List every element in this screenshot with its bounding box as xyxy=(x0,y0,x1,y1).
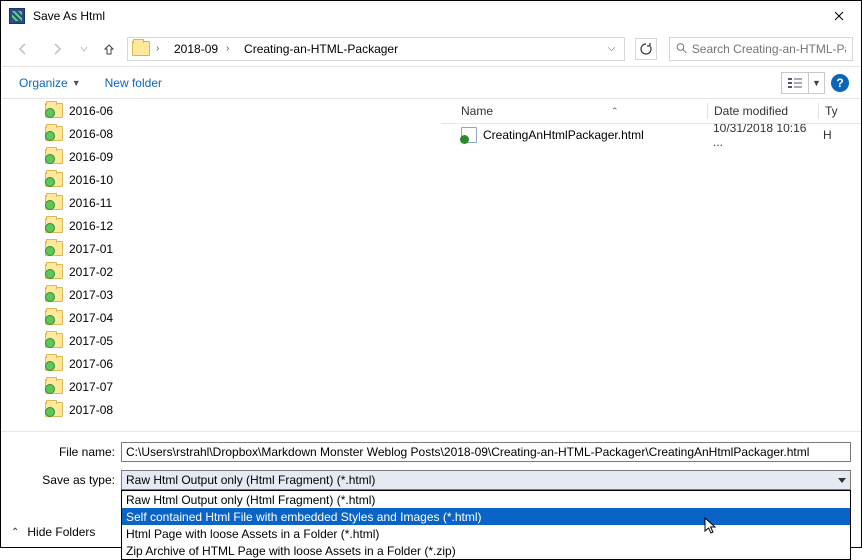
folder-icon xyxy=(45,103,63,118)
folder-icon xyxy=(45,172,63,187)
tree-folder-item[interactable]: 2016-11 xyxy=(1,191,431,214)
filetype-option[interactable]: Raw Html Output only (Html Fragment) (*.… xyxy=(122,491,850,508)
app-icon xyxy=(9,8,25,24)
tree-folder-item[interactable]: 2017-07 xyxy=(1,375,431,398)
help-button[interactable]: ? xyxy=(831,74,849,92)
organize-label: Organize xyxy=(19,76,68,90)
filetype-option[interactable]: Html Page with loose Assets in a Folder … xyxy=(122,525,850,542)
hide-folders-button[interactable]: ⌃ Hide Folders xyxy=(11,525,95,539)
tree-folder-item[interactable]: 2017-06 xyxy=(1,352,431,375)
filename-input[interactable] xyxy=(121,442,851,462)
folder-label: 2016-10 xyxy=(69,173,113,187)
file-date: 10/31/2018 10:16 ... xyxy=(707,124,817,149)
up-button[interactable] xyxy=(97,37,121,61)
chevron-down-icon: ▼ xyxy=(72,78,81,88)
refresh-button[interactable] xyxy=(635,38,657,60)
filetype-option[interactable]: Self contained Html File with embedded S… xyxy=(122,508,850,525)
folder-label: 2017-03 xyxy=(69,288,113,302)
folder-label: 2017-05 xyxy=(69,334,113,348)
file-row[interactable]: CreatingAnHtmlPackager.html 10/31/2018 10… xyxy=(441,124,861,146)
filename-label: File name: xyxy=(11,445,121,459)
folder-icon xyxy=(45,402,63,417)
view-icon xyxy=(782,73,808,93)
tree-folder-item[interactable]: 2016-09 xyxy=(1,145,431,168)
tree-folder-item[interactable]: 2017-05 xyxy=(1,329,431,352)
filetype-dropdown-list[interactable]: Raw Html Output only (Html Fragment) (*.… xyxy=(121,490,851,560)
hide-folders-label: Hide Folders xyxy=(27,525,95,539)
window-title: Save As Html xyxy=(33,9,819,23)
folder-icon xyxy=(45,333,63,348)
column-header-date[interactable]: Date modified xyxy=(708,104,818,118)
folder-label: 2017-06 xyxy=(69,357,113,371)
folder-icon xyxy=(132,41,150,56)
folder-icon xyxy=(45,241,63,256)
tree-folder-item[interactable]: 2017-01 xyxy=(1,237,431,260)
breadcrumb[interactable]: › 2018-09 › Creating-an-HTML-Packager ⌵ xyxy=(127,37,625,61)
folder-label: 2016-12 xyxy=(69,219,113,233)
tree-folder-item[interactable]: 2017-08 xyxy=(1,398,431,421)
tree-folder-item[interactable]: 2016-12 xyxy=(1,214,431,237)
close-button[interactable] xyxy=(819,2,859,30)
folder-label: 2016-08 xyxy=(69,127,113,141)
chevron-right-icon[interactable]: › xyxy=(156,43,166,54)
tree-folder-item[interactable]: 2016-10 xyxy=(1,168,431,191)
folder-icon xyxy=(45,379,63,394)
chevron-right-icon[interactable]: › xyxy=(226,43,236,54)
splitter[interactable] xyxy=(431,99,441,431)
folder-icon xyxy=(45,149,63,164)
folder-icon xyxy=(45,310,63,325)
new-folder-button[interactable]: New folder xyxy=(99,73,168,93)
folder-label: 2016-11 xyxy=(69,196,112,210)
filetype-option[interactable]: Zip Archive of HTML Page with loose Asse… xyxy=(122,542,850,559)
organize-button[interactable]: Organize ▼ xyxy=(13,73,87,93)
folder-icon xyxy=(45,287,63,302)
folder-icon xyxy=(45,218,63,233)
column-header-type[interactable]: Ty xyxy=(819,104,849,118)
folder-label: 2017-04 xyxy=(69,311,113,325)
view-options-button[interactable]: ▼ xyxy=(781,72,825,94)
file-type: H xyxy=(817,128,847,142)
tree-folder-item[interactable]: 2017-03 xyxy=(1,283,431,306)
tree-folder-item[interactable]: 2017-02 xyxy=(1,260,431,283)
back-button[interactable] xyxy=(9,35,37,63)
column-header-name[interactable]: Name⌃ xyxy=(455,104,707,118)
folder-label: 2016-09 xyxy=(69,150,113,164)
search-input[interactable] xyxy=(692,42,846,56)
folder-label: 2017-02 xyxy=(69,265,113,279)
search-icon xyxy=(676,42,688,55)
folder-tree[interactable]: 2016-06 2016-08 2016-09 2016-10 2016-11 2016-… xyxy=(1,99,431,431)
folder-label: 2017-08 xyxy=(69,403,113,417)
filetype-label: Save as type: xyxy=(11,473,121,487)
folder-icon xyxy=(45,126,63,141)
folder-label: 2016-06 xyxy=(69,104,113,118)
tree-folder-item[interactable]: 2016-06 xyxy=(1,99,431,122)
forward-button[interactable] xyxy=(43,35,71,63)
html-file-icon xyxy=(461,127,477,143)
sort-indicator-icon: ⌃ xyxy=(611,106,619,117)
search-field[interactable] xyxy=(669,37,853,61)
chevron-down-icon[interactable]: ▼ xyxy=(808,73,824,93)
folder-label: 2017-01 xyxy=(69,242,113,256)
folder-label: 2017-07 xyxy=(69,380,113,394)
file-list[interactable]: CreatingAnHtmlPackager.html 10/31/2018 10… xyxy=(441,124,861,431)
folder-icon xyxy=(45,264,63,279)
breadcrumb-segment[interactable]: 2018-09 xyxy=(170,38,222,60)
filetype-combobox[interactable]: Raw Html Output only (Html Fragment) (*.… xyxy=(121,470,851,490)
tree-folder-item[interactable]: 2017-04 xyxy=(1,306,431,329)
breadcrumb-dropdown[interactable]: ⌵ xyxy=(602,38,620,60)
folder-icon xyxy=(45,356,63,371)
tree-folder-item[interactable]: 2016-08 xyxy=(1,122,431,145)
file-name: CreatingAnHtmlPackager.html xyxy=(483,128,644,142)
breadcrumb-segment[interactable]: Creating-an-HTML-Packager xyxy=(240,38,402,60)
chevron-up-icon: ⌃ xyxy=(11,527,19,538)
recent-locations-dropdown[interactable] xyxy=(77,35,91,63)
folder-icon xyxy=(45,195,63,210)
